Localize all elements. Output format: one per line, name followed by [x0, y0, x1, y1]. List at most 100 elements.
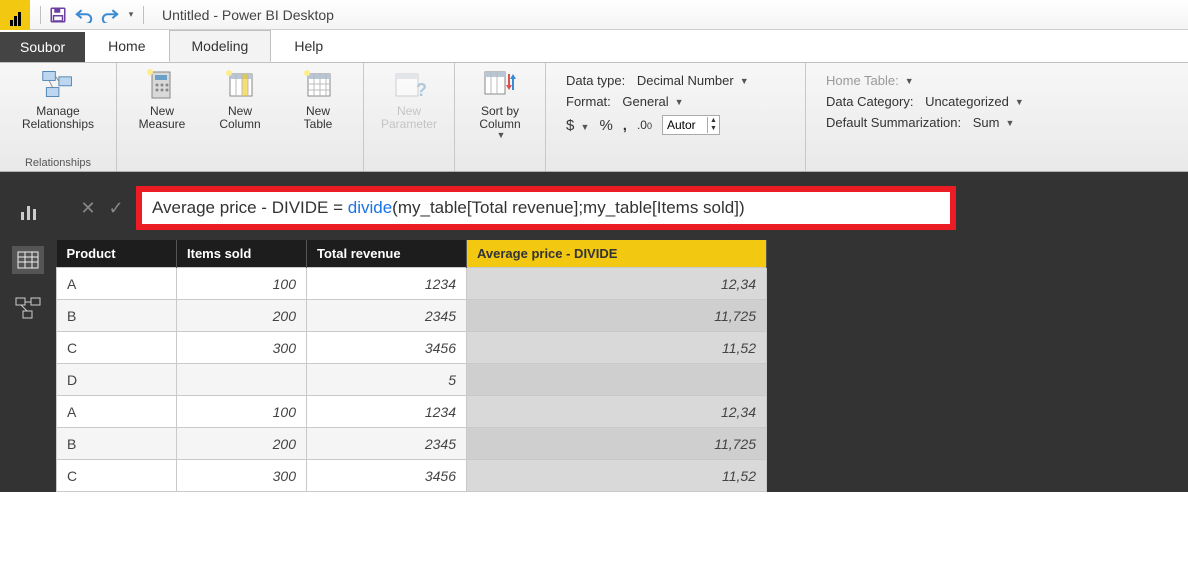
table-row[interactable]: C300345611,52	[57, 460, 767, 492]
home-table-dropdown[interactable]: Home Table: ▼	[826, 73, 1024, 88]
tab-home[interactable]: Home	[85, 30, 168, 62]
cell-average[interactable]: 11,52	[467, 460, 767, 492]
decimal-places-input[interactable]	[663, 118, 707, 132]
model-view-button[interactable]	[12, 294, 44, 322]
cell-items[interactable]: 300	[177, 332, 307, 364]
cell-product[interactable]: A	[57, 268, 177, 300]
save-button[interactable]	[47, 4, 69, 26]
spin-up[interactable]: ▲	[708, 117, 719, 125]
data-grid[interactable]: Product Items sold Total revenue Average…	[56, 240, 1188, 492]
group-whatif: ? New Parameter What If	[364, 63, 455, 171]
cell-product[interactable]: C	[57, 460, 177, 492]
data-category-value: Uncategorized	[925, 94, 1009, 109]
currency-button[interactable]: $ ▼	[566, 117, 589, 134]
cell-items[interactable]: 100	[177, 268, 307, 300]
sort-by-column-button[interactable]: Sort by Column ▼	[465, 67, 535, 141]
table-row[interactable]: B200234511,725	[57, 300, 767, 332]
cell-revenue[interactable]: 5	[307, 364, 467, 396]
group-sort: Sort by Column ▼ Sort	[455, 63, 546, 171]
new-parameter-button[interactable]: ? New Parameter	[374, 67, 444, 131]
default-summarization-label: Default Summarization:	[826, 115, 961, 130]
group-calculations: New Measure New Column New Table Calcula…	[117, 63, 364, 171]
cell-product[interactable]: B	[57, 428, 177, 460]
chevron-down-icon: ▼	[673, 97, 684, 107]
cell-revenue[interactable]: 1234	[307, 396, 467, 428]
title-bar: ▾ Untitled - Power BI Desktop	[0, 0, 1188, 30]
cell-items[interactable]: 300	[177, 460, 307, 492]
undo-button[interactable]	[73, 4, 95, 26]
qat-customize[interactable]: ▾	[125, 4, 137, 26]
redo-button[interactable]	[99, 4, 121, 26]
cell-average[interactable]: 11,52	[467, 332, 767, 364]
data-category-dropdown[interactable]: Data Category: Uncategorized ▼	[826, 94, 1024, 109]
thousands-button[interactable]: ,	[623, 117, 627, 134]
app-logo	[0, 0, 30, 30]
new-column-button[interactable]: New Column	[205, 67, 275, 131]
window-title: Untitled - Power BI Desktop	[154, 7, 334, 23]
cell-items[interactable]: 200	[177, 428, 307, 460]
tab-modeling[interactable]: Modeling	[169, 30, 272, 62]
column-header-average[interactable]: Average price - DIVIDE	[467, 240, 767, 268]
cell-revenue[interactable]: 2345	[307, 300, 467, 332]
cell-average[interactable]: 12,34	[467, 268, 767, 300]
new-measure-button[interactable]: New Measure	[127, 67, 197, 131]
cell-items[interactable]	[177, 364, 307, 396]
manage-relationships-button[interactable]: Manage Relationships	[10, 67, 106, 131]
report-view-button[interactable]	[12, 198, 44, 226]
tab-file[interactable]: Soubor	[0, 32, 85, 62]
workspace: ✕ ✓ Average price - DIVIDE = divide(my_t…	[0, 172, 1188, 492]
cell-revenue[interactable]: 2345	[307, 428, 467, 460]
column-header-items[interactable]: Items sold	[177, 240, 307, 268]
cell-product[interactable]: B	[57, 300, 177, 332]
cell-average[interactable]: 11,725	[467, 300, 767, 332]
cell-average[interactable]: 12,34	[467, 396, 767, 428]
chevron-down-icon: ▼	[495, 131, 506, 141]
default-summarization-dropdown[interactable]: Default Summarization: Sum ▼	[826, 115, 1024, 130]
column-header-product[interactable]: Product	[57, 240, 177, 268]
cell-product[interactable]: D	[57, 364, 177, 396]
formula-text-prefix: Average price - DIVIDE =	[152, 198, 348, 217]
group-formatting: Data type: Decimal Number ▼ Format: Gene…	[546, 63, 806, 171]
cell-product[interactable]: C	[57, 332, 177, 364]
chevron-down-icon: ▼	[1003, 118, 1014, 128]
cell-average[interactable]: 11,725	[467, 428, 767, 460]
data-type-dropdown[interactable]: Data type: Decimal Number ▼	[566, 73, 785, 88]
cell-revenue[interactable]: 3456	[307, 460, 467, 492]
table-row[interactable]: A100123412,34	[57, 396, 767, 428]
data-view-button[interactable]	[12, 246, 44, 274]
manage-relationships-label: Manage Relationships	[22, 105, 94, 131]
decimals-button[interactable]: .00	[637, 118, 652, 132]
new-column-label: New Column	[219, 105, 260, 131]
cell-revenue[interactable]: 3456	[307, 332, 467, 364]
commit-formula-button[interactable]: ✓	[102, 194, 130, 222]
format-dropdown[interactable]: Format: General ▼	[566, 94, 785, 109]
table-row[interactable]: C300345611,52	[57, 332, 767, 364]
table-row[interactable]: D5	[57, 364, 767, 396]
home-table-label: Home Table:	[826, 73, 899, 88]
column-header-revenue[interactable]: Total revenue	[307, 240, 467, 268]
ribbon-tabs: Soubor Home Modeling Help	[0, 30, 1188, 62]
tab-help[interactable]: Help	[271, 30, 346, 62]
formula-bar: ✕ ✓ Average price - DIVIDE = divide(my_t…	[56, 180, 1188, 240]
formula-input[interactable]: Average price - DIVIDE = divide(my_table…	[136, 186, 956, 230]
decimal-places-spinner[interactable]: ▲▼	[662, 115, 720, 135]
group-relationships-label: Relationships	[10, 155, 106, 169]
cell-product[interactable]: A	[57, 396, 177, 428]
cell-revenue[interactable]: 1234	[307, 268, 467, 300]
svg-text:?: ?	[416, 80, 426, 100]
new-table-button[interactable]: New Table	[283, 67, 353, 131]
table-row[interactable]: A100123412,34	[57, 268, 767, 300]
formula-text-args: (my_table[Total revenue];my_table[Items …	[392, 198, 744, 217]
format-value: General	[622, 94, 668, 109]
data-type-value: Decimal Number	[637, 73, 734, 88]
quick-access-toolbar: ▾	[30, 4, 154, 26]
percent-button[interactable]: %	[599, 117, 612, 134]
cancel-formula-button[interactable]: ✕	[74, 194, 102, 222]
formula-text-fn: divide	[348, 198, 392, 217]
table-row[interactable]: B200234511,725	[57, 428, 767, 460]
new-parameter-label: New Parameter	[381, 105, 437, 131]
cell-items[interactable]: 200	[177, 300, 307, 332]
cell-average[interactable]	[467, 364, 767, 396]
cell-items[interactable]: 100	[177, 396, 307, 428]
spin-down[interactable]: ▼	[708, 125, 719, 133]
